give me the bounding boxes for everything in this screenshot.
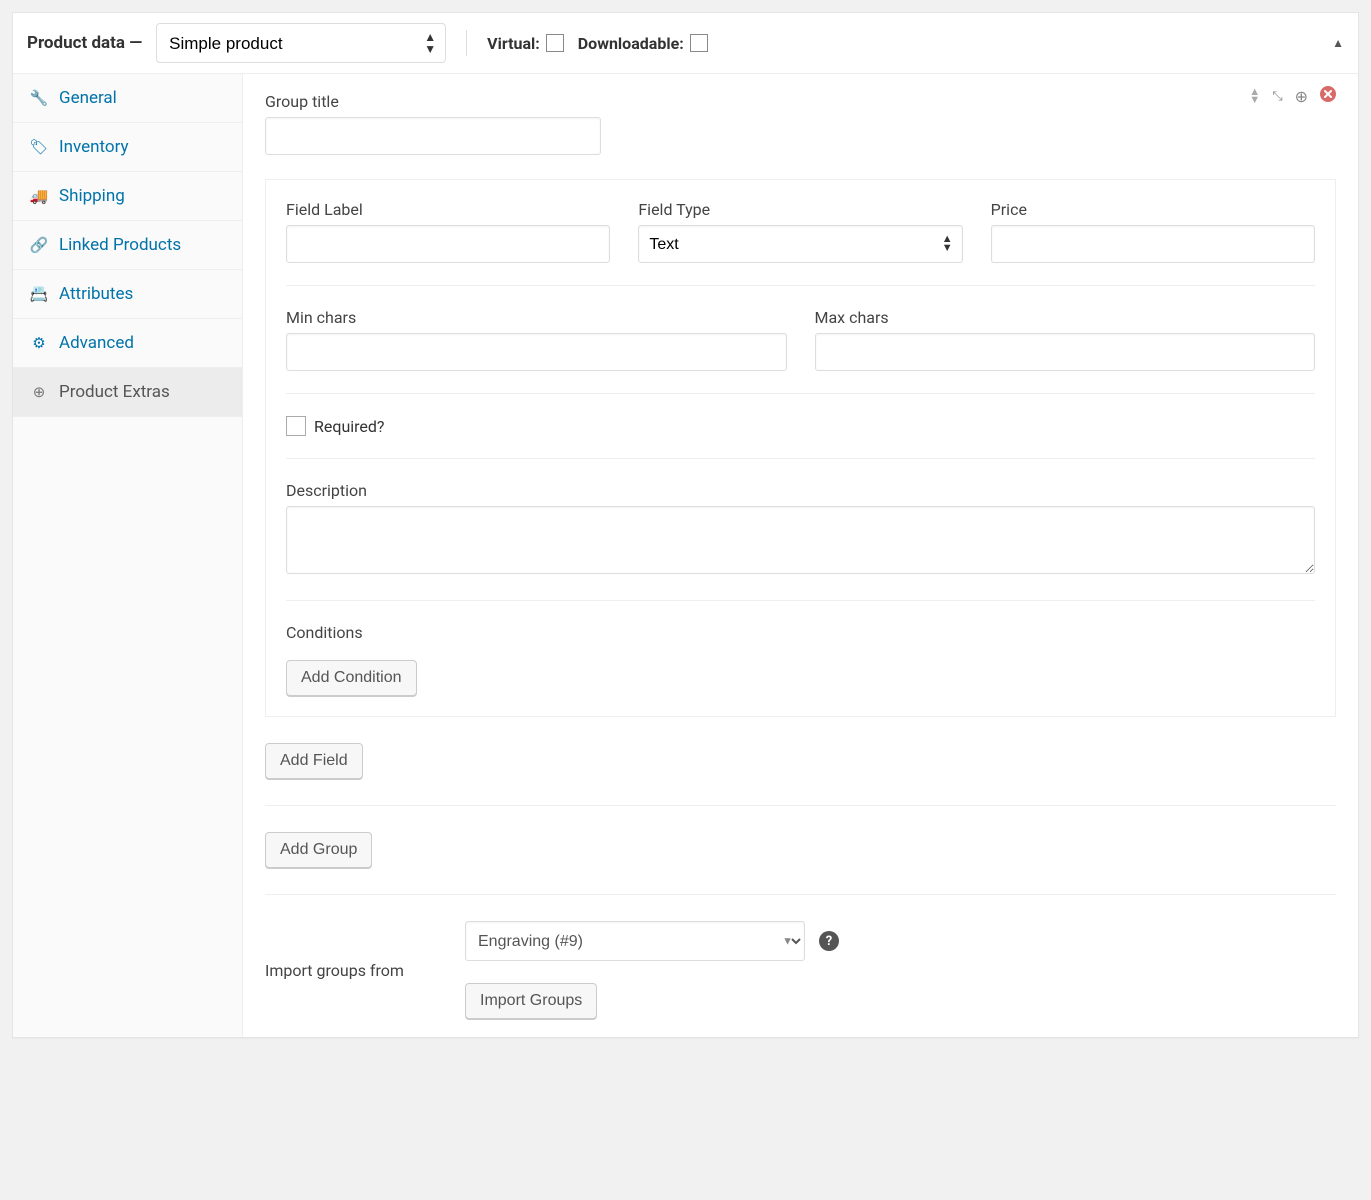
group-actions: ▲▼ ⤡ ⊕	[1249, 86, 1336, 106]
import-select-row: Engraving (#9) ▼ ?	[465, 921, 839, 961]
import-groups-button[interactable]: Import Groups	[465, 983, 597, 1019]
collapse-icon[interactable]: ▲	[1332, 36, 1344, 50]
min-chars-col: Min chars	[286, 308, 787, 371]
field-label-label: Field Label	[286, 200, 610, 219]
divider	[265, 805, 1336, 806]
tab-product-extras[interactable]: ⊕ Product Extras	[13, 368, 242, 417]
divider	[466, 30, 467, 56]
field-panel: Field Label Field Type Text ▲▼ Pr	[265, 179, 1336, 717]
panel-header: Product data — Simple product ▲▼ Virtual…	[13, 13, 1358, 74]
add-group-button[interactable]: Add Group	[265, 832, 372, 868]
price-input[interactable]	[991, 225, 1315, 263]
max-chars-label: Max chars	[815, 308, 1316, 327]
add-field-row: Add Field	[265, 743, 1336, 779]
divider	[286, 600, 1315, 601]
divider	[265, 894, 1336, 895]
downloadable-label: Downloadable:	[578, 34, 684, 53]
required-checkbox[interactable]	[286, 416, 306, 436]
gear-icon: ⚙	[29, 334, 49, 352]
field-row-2: Min chars Max chars	[286, 308, 1315, 371]
wrench-icon: 🔧	[29, 89, 49, 107]
import-select-wrap: Engraving (#9) ▼	[465, 921, 805, 961]
tab-label: Attributes	[59, 284, 133, 304]
price-label: Price	[991, 200, 1315, 219]
add-field-button[interactable]: Add Field	[265, 743, 363, 779]
product-type-select[interactable]: Simple product	[156, 23, 446, 63]
conditions-label: Conditions	[286, 623, 1315, 642]
max-chars-input[interactable]	[815, 333, 1316, 371]
collapse-group-icon[interactable]: ⤡	[1272, 89, 1282, 104]
tab-label: Advanced	[59, 333, 134, 353]
field-label-input[interactable]	[286, 225, 610, 263]
add-icon[interactable]: ⊕	[1295, 87, 1308, 106]
add-group-row: Add Group	[265, 832, 1336, 868]
virtual-label: Virtual:	[487, 34, 540, 53]
tab-linked-products[interactable]: 🔗 Linked Products	[13, 221, 242, 270]
description-textarea[interactable]	[286, 506, 1315, 574]
conditions-actions: Add Condition	[286, 660, 1315, 696]
panel-title: Product data —	[27, 33, 142, 53]
tab-label: General	[59, 88, 117, 108]
plus-circle-icon: ⊕	[29, 383, 49, 401]
import-from-label: Import groups from	[265, 961, 445, 980]
max-chars-col: Max chars	[815, 308, 1316, 371]
tab-label: Inventory	[59, 137, 129, 157]
content-area: ▲▼ ⤡ ⊕ Group title Field Label	[243, 74, 1358, 1037]
side-tabs: 🔧 General 🏷 Inventory 🚚 Shipping 🔗 Linke…	[13, 74, 243, 1037]
field-type-select-wrap: Text ▲▼	[638, 225, 962, 263]
field-type-col: Field Type Text ▲▼	[638, 200, 962, 263]
link-icon: 🔗	[29, 236, 49, 254]
required-label: Required?	[314, 417, 385, 436]
truck-icon: 🚚	[29, 187, 49, 205]
field-label-col: Field Label	[286, 200, 610, 263]
field-type-label: Field Type	[638, 200, 962, 219]
group-title-label: Group title	[265, 92, 1336, 111]
sort-icon[interactable]: ▲▼	[1249, 88, 1260, 103]
group-title-input[interactable]	[265, 117, 601, 155]
help-icon[interactable]: ?	[819, 931, 839, 951]
tab-label: Shipping	[59, 186, 125, 206]
import-row: Import groups from Engraving (#9) ▼ ? Im…	[265, 921, 1336, 1019]
divider	[286, 458, 1315, 459]
import-groups-select[interactable]: Engraving (#9)	[465, 921, 805, 961]
tab-label: Linked Products	[59, 235, 181, 255]
group-title-input-wrap	[265, 117, 1336, 155]
chevron-down-icon: ▼	[782, 935, 793, 948]
group-header: ▲▼ ⤡ ⊕ Group title	[265, 92, 1336, 155]
tab-advanced[interactable]: ⚙ Advanced	[13, 319, 242, 368]
tab-attributes[interactable]: 📇 Attributes	[13, 270, 242, 319]
card-icon: 📇	[29, 285, 49, 303]
product-type-select-wrap: Simple product ▲▼	[156, 23, 446, 63]
price-col: Price	[991, 200, 1315, 263]
virtual-checkbox-label[interactable]: Virtual:	[487, 34, 564, 53]
required-row: Required?	[286, 416, 1315, 436]
divider	[286, 393, 1315, 394]
import-button-row: Import Groups	[465, 983, 839, 1019]
tab-inventory[interactable]: 🏷 Inventory	[13, 123, 242, 172]
downloadable-checkbox[interactable]	[690, 34, 708, 52]
min-chars-label: Min chars	[286, 308, 787, 327]
min-chars-input[interactable]	[286, 333, 787, 371]
field-row-1: Field Label Field Type Text ▲▼ Pr	[286, 200, 1315, 263]
tag-icon: 🏷	[29, 138, 49, 156]
divider	[286, 285, 1315, 286]
add-condition-button[interactable]: Add Condition	[286, 660, 417, 696]
downloadable-checkbox-label[interactable]: Downloadable:	[578, 34, 708, 53]
product-data-panel: Product data — Simple product ▲▼ Virtual…	[12, 12, 1359, 1038]
field-type-select[interactable]: Text	[638, 225, 962, 263]
tab-label: Product Extras	[59, 382, 170, 402]
tab-shipping[interactable]: 🚚 Shipping	[13, 172, 242, 221]
delete-icon[interactable]	[1320, 86, 1336, 106]
tab-general[interactable]: 🔧 General	[13, 74, 242, 123]
description-label: Description	[286, 481, 1315, 500]
virtual-checkbox[interactable]	[546, 34, 564, 52]
panel-body: 🔧 General 🏷 Inventory 🚚 Shipping 🔗 Linke…	[13, 74, 1358, 1037]
import-controls: Engraving (#9) ▼ ? Import Groups	[465, 921, 839, 1019]
